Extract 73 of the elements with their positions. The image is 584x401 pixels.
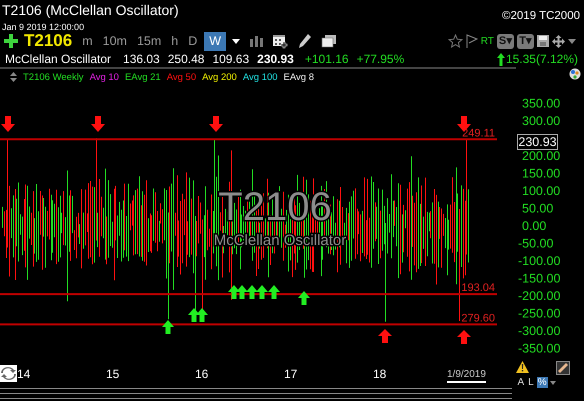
scale-mode-button[interactable]: L xyxy=(527,377,535,388)
change-value: +101.16 xyxy=(304,52,349,66)
flag-icon[interactable] xyxy=(466,34,478,48)
bar-chart-icon[interactable] xyxy=(250,35,264,47)
globe-icon[interactable] xyxy=(569,68,581,80)
timeframe-tab[interactable]: h xyxy=(168,32,182,50)
realtime-label: RT xyxy=(480,36,494,46)
level-label: 193.04 xyxy=(461,282,495,294)
instrument-name: McClellan Oscillator xyxy=(5,52,112,66)
axis-date-label: 18 xyxy=(373,366,388,380)
legend-item: EAvg 8 xyxy=(284,72,314,82)
axis-tick-label: -200.00 xyxy=(518,288,560,303)
caret-icon[interactable] xyxy=(550,380,556,384)
window-title: T2106 (McClellan Oscillator) xyxy=(2,2,179,19)
scale-mode-button[interactable]: % xyxy=(536,377,548,388)
axis-tick-label: 200.00 xyxy=(522,148,560,163)
symbol-label: T2106 xyxy=(24,31,72,51)
axis-date-label: 16 xyxy=(195,366,210,380)
last-price-tag: 230.93 xyxy=(517,134,558,150)
drag-handle-icon[interactable] xyxy=(10,72,17,82)
refresh-icon[interactable] xyxy=(0,365,17,382)
axis-tick-label: -150.00 xyxy=(518,271,560,286)
axis-tick-label: 150.00 xyxy=(522,166,560,180)
timeframe-tab[interactable]: D xyxy=(185,32,200,50)
legend-item: Avg 200 xyxy=(202,72,237,82)
axis-date-label: 14 xyxy=(17,366,32,380)
timeframe-tab[interactable]: m xyxy=(79,32,96,50)
legend-item: T2106 Weekly xyxy=(23,72,84,82)
axis-tick-label: -100.00 xyxy=(518,254,560,268)
axis-tick-label: 50.00 xyxy=(522,201,554,216)
toolbar-button[interactable]: T▾ xyxy=(517,34,534,48)
scale-mode-button[interactable]: A xyxy=(516,377,526,388)
toolbar-button[interactable]: S▾ xyxy=(496,34,514,48)
axis-tick-label: -300.00 xyxy=(518,324,560,338)
ruler-icon[interactable] xyxy=(556,361,570,375)
axis-date-label: 17 xyxy=(284,366,298,380)
caret-icon[interactable] xyxy=(568,38,576,44)
axis-tick-label: 0.00 xyxy=(522,218,546,233)
axis-tick-label: -50.00 xyxy=(518,236,554,250)
axis-tick-label: 350.00 xyxy=(522,96,560,110)
legend-item: Avg 50 xyxy=(166,72,196,82)
last-value: 230.93 xyxy=(257,52,294,66)
axis-date-label: 15 xyxy=(106,366,120,380)
axis-tick-label: 300.00 xyxy=(522,114,560,128)
up-arrow-icon xyxy=(496,52,505,66)
level-label: 279.60 xyxy=(461,312,495,324)
high-value: 250.48 xyxy=(168,52,204,66)
folders-icon[interactable] xyxy=(321,34,338,48)
pencil-icon[interactable] xyxy=(298,34,312,48)
legend-item: Avg 10 xyxy=(90,72,119,82)
legend-item: EAvg 21 xyxy=(124,72,161,82)
open-value: 136.03 xyxy=(123,52,160,66)
current-date-label: 1/9/2019 xyxy=(447,368,486,382)
timestamp: Jan 9 2019 12:00:00 xyxy=(2,21,86,33)
copyright-text: ©2019 TC2000 xyxy=(502,10,581,24)
move-icon[interactable] xyxy=(552,34,565,48)
legend-item: Avg 100 xyxy=(242,72,278,82)
save-icon[interactable] xyxy=(537,35,549,47)
calendar-add-icon[interactable] xyxy=(272,33,288,49)
change-percent: +77.95% xyxy=(356,52,404,66)
period-change: 15.35(7.12%) xyxy=(506,52,578,66)
timeframe-tab[interactable]: 10m xyxy=(100,32,130,50)
axis-tick-label: 100.00 xyxy=(522,184,560,198)
add-icon[interactable] xyxy=(4,34,18,48)
star-icon[interactable] xyxy=(448,34,463,48)
level-label: 249.11 xyxy=(462,127,495,140)
timeframe-tab[interactable]: 15m xyxy=(134,32,164,50)
axis-tick-label: -350.00 xyxy=(518,341,560,356)
caret-icon[interactable] xyxy=(232,38,240,44)
low-value: 109.63 xyxy=(212,52,250,66)
axis-tick-label: -250.00 xyxy=(518,306,560,320)
warning-icon[interactable] xyxy=(516,361,530,373)
timeframe-tab[interactable]: W xyxy=(204,32,226,50)
